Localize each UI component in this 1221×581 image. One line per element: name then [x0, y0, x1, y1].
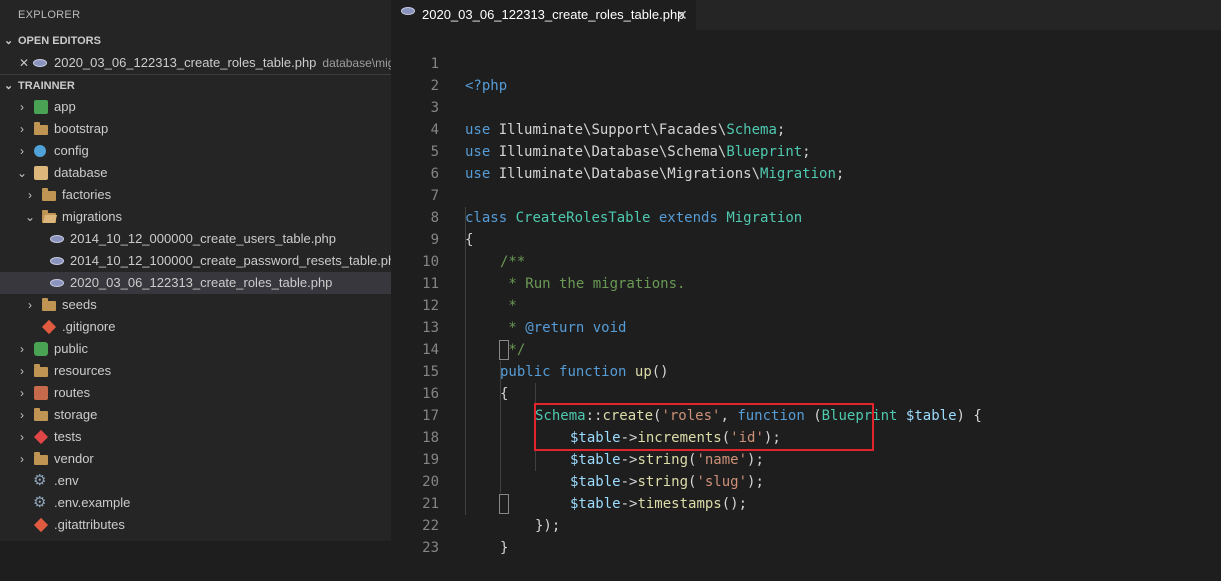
chevron-down-icon: ⌄ [16, 166, 28, 180]
chevron-right-icon: › [20, 452, 24, 466]
code-line: 20 $table->timestamps(); [422, 474, 748, 512]
tree-item-factories[interactable]: › factories [0, 184, 391, 206]
php-icon [33, 59, 47, 67]
tree-item-resources[interactable]: › resources [0, 360, 391, 382]
chevron-down-icon: ⌄ [24, 210, 36, 224]
chevron-right-icon: › [28, 298, 32, 312]
app-folder-icon [34, 100, 48, 114]
code-line: 2 [430, 78, 439, 94]
code-line: 11 * [422, 276, 517, 314]
chevron-right-icon: › [20, 430, 24, 444]
tree-item-seeds[interactable]: › seeds [0, 294, 391, 316]
chevron-right-icon: › [20, 342, 24, 356]
tab-create-roles-table[interactable]: 2020_03_06_122313_create_roles_table.php… [391, 0, 696, 30]
chevron-down-icon: ⌄ [4, 35, 14, 47]
project-section-header[interactable]: ⌄ TRAINNER [0, 74, 391, 96]
code-line: 9 /** [430, 232, 526, 270]
git-icon [33, 517, 49, 533]
tree-item-tests[interactable]: › tests [0, 426, 391, 448]
tree-item-routes[interactable]: › routes [0, 382, 391, 404]
bracket-match-highlight [499, 494, 509, 514]
open-editors-section-header[interactable]: ⌄ OPEN EDITORS [0, 30, 391, 52]
public-folder-icon [34, 342, 48, 356]
chevron-down-icon: ⌄ [4, 80, 14, 92]
tree-item-gitignore[interactable]: .gitignore [0, 316, 391, 338]
folder-icon [42, 298, 56, 311]
chevron-right-icon: › [28, 188, 32, 202]
gear-icon: ⚙ [33, 472, 47, 489]
code-line: 1 <?php [430, 56, 508, 94]
code-line: 13 */ [422, 320, 526, 358]
code-line: 16 Schema::create('roles', function (Blu… [422, 386, 982, 424]
tab-label: 2020_03_06_122313_create_roles_table.php [422, 7, 685, 22]
tree-item-roles-migration[interactable]: 2020_03_06_122313_create_roles_table.php [0, 272, 391, 294]
tree-item-gitattributes[interactable]: .gitattributes [0, 514, 391, 536]
routes-folder-icon [34, 386, 48, 400]
tests-folder-icon [33, 429, 49, 445]
chevron-right-icon: › [20, 100, 24, 114]
bracket-match-highlight [499, 340, 509, 360]
explorer-title: EXPLORER [18, 9, 81, 21]
chevron-right-icon: › [20, 408, 24, 422]
code-line: 5 use Illuminate\Database\Migrations\Mig… [430, 144, 845, 182]
tab-bar: 2020_03_06_122313_create_roles_table.php… [391, 0, 1221, 30]
code-view[interactable]: 1 <?php 2 3 use Illuminate\Support\Facad… [391, 31, 1221, 556]
chevron-right-icon: › [20, 364, 24, 378]
code-line: 12 * @return void [422, 298, 627, 336]
close-icon[interactable]: ✕ [18, 52, 30, 74]
git-icon [41, 319, 57, 335]
tree-item-database[interactable]: ⌄ database [0, 162, 391, 184]
chevron-right-icon: › [20, 386, 24, 400]
open-editor-filename: 2020_03_06_122313_create_roles_table.php [54, 55, 317, 70]
open-editor-item[interactable]: ✕ 2020_03_06_122313_create_roles_table.p… [0, 52, 391, 74]
tree-item-storage[interactable]: › storage [0, 404, 391, 426]
annotation-highlight-box [534, 403, 874, 451]
tree-item-env-example[interactable]: ⚙ .env.example [0, 492, 391, 514]
tree-item-app[interactable]: › app [0, 96, 391, 118]
tree-item-migrations[interactable]: ⌄ migrations [0, 206, 391, 228]
tree-item-env[interactable]: ⚙ .env [0, 470, 391, 492]
explorer-sidebar: EXPLORER ⌄ OPEN EDITORS ✕ 2020_03_06_1223… [0, 0, 391, 541]
code-line: 10 * Run the migrations. [422, 254, 686, 292]
code-line: 6 [430, 166, 439, 182]
code-line: 23 [422, 540, 439, 556]
folder-icon [34, 408, 48, 421]
code-line: 3 use Illuminate\Support\Facades\Schema; [430, 100, 786, 138]
php-icon [50, 235, 64, 243]
tree-item-config[interactable]: › config [0, 140, 391, 162]
folder-icon [34, 364, 48, 377]
tree-item-vendor[interactable]: › vendor [0, 448, 391, 470]
close-icon[interactable]: ✕ [676, 0, 688, 30]
chevron-right-icon: › [20, 144, 24, 158]
code-line: 21 }); [422, 496, 561, 534]
folder-icon [34, 452, 48, 465]
php-icon [401, 7, 415, 15]
tree-item-password-resets-migration[interactable]: 2014_10_12_100000_create_password_resets… [0, 250, 391, 272]
open-editor-path: database\mig... [322, 56, 391, 70]
code-line: 17 $table->increments('id'); [422, 408, 781, 446]
folder-open-icon [42, 210, 56, 223]
tree-item-bootstrap[interactable]: › bootstrap [0, 118, 391, 140]
config-folder-icon [34, 145, 46, 157]
code-line: 22 } [422, 518, 509, 556]
editor-area[interactable]: 2020_03_06_122313_create_roles_table.php… [391, 0, 1221, 556]
database-folder-icon [34, 166, 48, 180]
tree-item-users-migration[interactable]: 2014_10_12_000000_create_users_table.php [0, 228, 391, 250]
code-line: 7 class CreateRolesTable extends Migrati… [430, 188, 803, 226]
folder-icon [34, 122, 48, 135]
code-line: 14 public function up() [422, 342, 669, 380]
tree-item-public[interactable]: › public [0, 338, 391, 360]
code-line: 15 { [422, 364, 509, 402]
php-icon [50, 257, 64, 265]
chevron-right-icon: › [20, 122, 24, 136]
gear-icon: ⚙ [33, 494, 47, 511]
code-line: 4 use Illuminate\Database\Schema\Bluepri… [430, 122, 811, 160]
php-icon [50, 279, 64, 287]
code-line: 8 { [430, 210, 474, 248]
folder-icon [42, 188, 56, 201]
